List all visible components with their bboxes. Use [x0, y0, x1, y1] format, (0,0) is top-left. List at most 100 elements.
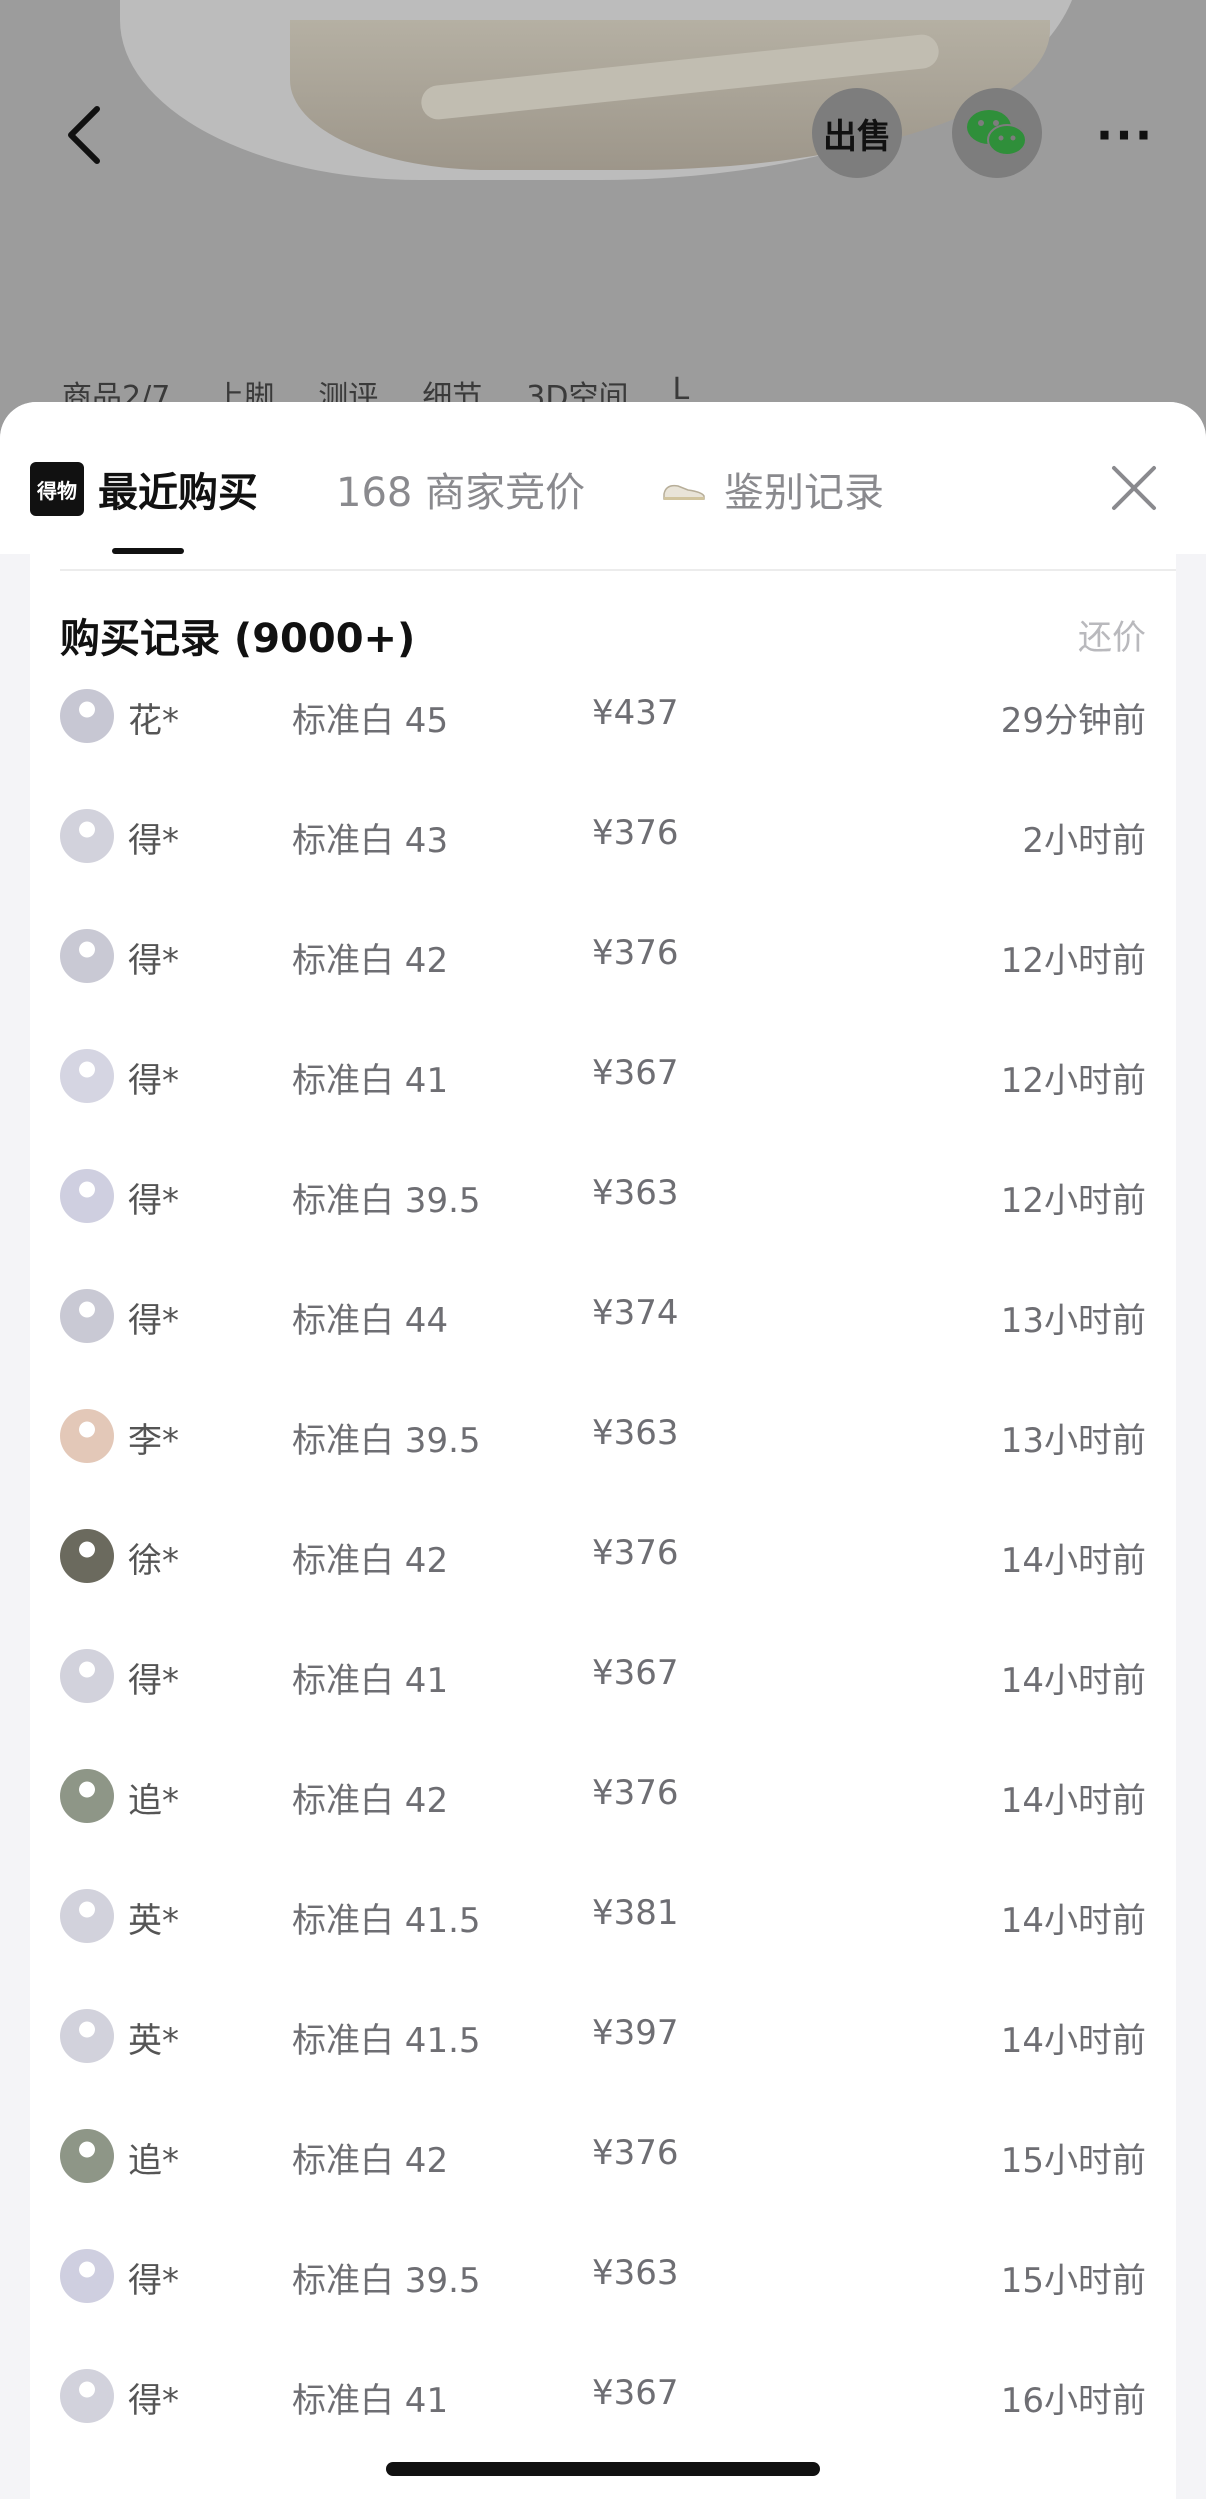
purchase-time: 15小时前: [1000, 2261, 1146, 2301]
purchase-time: 13小时前: [1000, 1301, 1146, 1341]
sheet-tab-bar: 得物 最近购买 168 商家竞价 鉴别记录: [0, 402, 1206, 554]
purchase-time: 12小时前: [1000, 1061, 1146, 1101]
back-button[interactable]: [48, 100, 118, 170]
avatar: [60, 1529, 114, 1583]
buyer-name: 追*: [128, 1781, 179, 1821]
wechat-icon: [967, 110, 1027, 156]
buyer-name: 得*: [128, 1061, 179, 1101]
avatar: [60, 689, 114, 743]
purchase-price: ¥376: [592, 2133, 679, 2173]
close-icon[interactable]: [1108, 462, 1160, 514]
avatar: [60, 809, 114, 863]
size-spec: 标准白 39.5: [292, 1181, 481, 1221]
avatar: [60, 1049, 114, 1103]
purchase-time: 2小时前: [1022, 821, 1146, 861]
counter-offer-button[interactable]: 还价: [1078, 610, 1146, 659]
tab-bids-count: 168: [336, 470, 413, 516]
tab-recent-purchases[interactable]: 最近购买: [98, 460, 258, 518]
buyer-name: 得*: [128, 2261, 179, 2301]
purchase-price: ¥376: [592, 1773, 679, 1813]
purchase-records-sheet: 得物 最近购买 168 商家竞价 鉴别记录 购买记录 (9000+) 还价 花*…: [0, 402, 1206, 2499]
avatar: [60, 1289, 114, 1343]
size-spec: 标准白 39.5: [292, 1421, 481, 1461]
buyer-name: 得*: [128, 1181, 179, 1221]
buyer-name: 英*: [128, 1901, 179, 1941]
tab-merchant-bids[interactable]: 168 商家竞价: [336, 460, 585, 518]
buyer-name: 得*: [128, 2381, 179, 2421]
chevron-left-icon: [68, 106, 100, 164]
purchase-record-row: 得* 标准白 41 ¥367 16小时前: [30, 2349, 1176, 2469]
purchase-price: ¥363: [592, 1173, 679, 1213]
purchase-time: 13小时前: [1000, 1421, 1146, 1461]
purchase-price: ¥374: [592, 1293, 679, 1333]
purchase-record-row: 得* 标准白 42 ¥376 12小时前: [30, 909, 1176, 1029]
purchase-records-list[interactable]: 花* 标准白 45 ¥437 29分钟前 得* 标准白 43 ¥376 2小时前 得* 标准白 4…: [30, 669, 1176, 2469]
avatar: [60, 2129, 114, 2183]
purchase-time: 29分钟前: [1000, 701, 1146, 741]
purchase-record-row: 得* 标准白 39.5 ¥363 15小时前: [30, 2229, 1176, 2349]
size-spec: 标准白 44: [292, 1301, 449, 1341]
buyer-name: 花*: [128, 701, 179, 741]
product-hero: 出售 ··· 商品2/7 上脚 测评 细节 3D空间 L: [0, 0, 1206, 440]
size-spec: 标准白 42: [292, 1781, 449, 1821]
purchase-time: 14小时前: [1000, 1661, 1146, 1701]
purchase-records-card: 购买记录 (9000+) 还价 花* 标准白 45 ¥437 29分钟前 得* 标准白 4…: [30, 554, 1176, 2499]
buyer-name: 英*: [128, 2021, 179, 2061]
purchase-price: ¥363: [592, 1413, 679, 1453]
buyer-name: 追*: [128, 2141, 179, 2181]
purchase-record-row: 英* 标准白 41.5 ¥381 14小时前: [30, 1869, 1176, 1989]
buyer-name: 得*: [128, 941, 179, 981]
more-icon: ···: [1095, 108, 1155, 162]
buyer-name: 徐*: [128, 1541, 179, 1581]
size-spec: 标准白 39.5: [292, 2261, 481, 2301]
purchase-record-row: 徐* 标准白 42 ¥376 14小时前: [30, 1509, 1176, 1629]
more-options-button[interactable]: ···: [1090, 100, 1160, 170]
avatar: [60, 2249, 114, 2303]
purchase-record-row: 英* 标准白 41.5 ¥397 14小时前: [30, 1989, 1176, 2109]
purchase-price: ¥376: [592, 813, 679, 853]
purchase-price: ¥367: [592, 1053, 679, 1093]
purchase-record-row: 得* 标准白 41 ¥367 14小时前: [30, 1629, 1176, 1749]
size-spec: 标准白 41: [292, 1061, 449, 1101]
purchase-price: ¥376: [592, 1533, 679, 1573]
purchase-price: ¥367: [592, 1653, 679, 1693]
avatar: [60, 2369, 114, 2423]
avatar: [60, 1169, 114, 1223]
purchase-price: ¥376: [592, 933, 679, 973]
buyer-name: 得*: [128, 821, 179, 861]
buyer-name: 得*: [128, 1661, 179, 1701]
size-spec: 标准白 42: [292, 1541, 449, 1581]
buyer-name: 李*: [128, 1421, 179, 1461]
purchase-price: ¥363: [592, 2253, 679, 2293]
size-spec: 标准白 41: [292, 1661, 449, 1701]
purchase-price: ¥367: [592, 2373, 679, 2413]
avatar: [60, 1649, 114, 1703]
divider: [60, 569, 1176, 571]
wechat-share-button[interactable]: [952, 88, 1042, 178]
purchase-price: ¥381: [592, 1893, 679, 1933]
purchase-record-row: 追* 标准白 42 ¥376 15小时前: [30, 2109, 1176, 2229]
avatar: [60, 1409, 114, 1463]
size-spec: 标准白 41: [292, 2381, 449, 2421]
purchase-record-row: 得* 标准白 43 ¥376 2小时前: [30, 789, 1176, 909]
purchase-time: 16小时前: [1000, 2381, 1146, 2421]
purchase-time: 12小时前: [1000, 1181, 1146, 1221]
size-spec: 标准白 41.5: [292, 2021, 481, 2061]
purchase-time: 14小时前: [1000, 1901, 1146, 1941]
purchase-record-row: 花* 标准白 45 ¥437 29分钟前: [30, 669, 1176, 789]
purchase-record-row: 李* 标准白 39.5 ¥363 13小时前: [30, 1389, 1176, 1509]
size-spec: 标准白 42: [292, 2141, 449, 2181]
tab-bids-label: 商家竞价: [425, 470, 586, 516]
tab-authentication-records[interactable]: 鉴别记录: [724, 460, 884, 518]
sneaker-icon: [663, 484, 705, 500]
avatar: [60, 929, 114, 983]
purchase-time: 14小时前: [1000, 1781, 1146, 1821]
sell-button[interactable]: 出售: [812, 88, 902, 178]
purchase-record-row: 得* 标准白 39.5 ¥363 12小时前: [30, 1149, 1176, 1269]
purchase-time: 15小时前: [1000, 2141, 1146, 2181]
home-indicator: [386, 2462, 820, 2476]
purchase-record-row: 追* 标准白 42 ¥376 14小时前: [30, 1749, 1176, 1869]
size-spec: 标准白 45: [292, 701, 449, 741]
purchase-price: ¥437: [592, 693, 679, 733]
records-title: 购买记录 (9000+): [60, 616, 416, 662]
